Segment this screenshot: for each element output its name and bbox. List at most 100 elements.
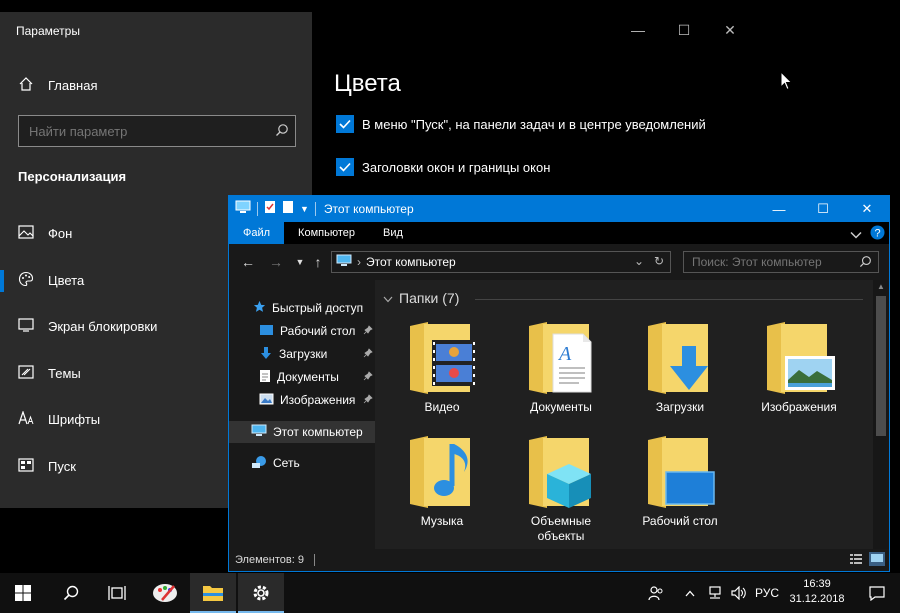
tab-file[interactable]: Файл [229, 222, 285, 244]
search-button[interactable] [48, 573, 94, 613]
3d-objects-folder-icon [529, 436, 591, 508]
volume-tray-button[interactable] [728, 573, 750, 613]
help-icon[interactable]: ? [870, 225, 885, 245]
folder-music[interactable]: Музыка [387, 434, 497, 529]
settings-section-title: Персонализация [18, 169, 127, 184]
check-icon[interactable] [336, 158, 354, 176]
nav-network[interactable]: Сеть [229, 452, 375, 474]
taskbar-app-explorer[interactable] [190, 573, 236, 613]
speaker-icon [731, 586, 746, 600]
ribbon-controls: ? [850, 225, 885, 245]
settings-nav-label: Цвета [48, 272, 85, 288]
folder-downloads[interactable]: Загрузки [625, 320, 735, 415]
palette-icon [18, 271, 34, 290]
nav-documents[interactable]: Документы [229, 366, 375, 388]
nav-item-label: Этот компьютер [273, 425, 363, 439]
clock-date: 31.12.2018 [789, 593, 845, 605]
pin-icon[interactable] [363, 347, 373, 361]
show-hidden-icons-button[interactable] [680, 573, 700, 613]
large-icons-view-icon[interactable] [869, 552, 885, 569]
maximize-button[interactable]: ☐ [801, 196, 845, 222]
explorer-search-input[interactable] [684, 252, 854, 272]
nav-downloads[interactable]: Загрузки [229, 343, 375, 365]
toolbar-divider [257, 202, 258, 216]
home-icon [18, 76, 34, 95]
settings-nav-label: Шрифты [48, 411, 101, 427]
navigation-pane: Быстрый доступ Рабочий стол Загрузки Док… [229, 280, 375, 550]
pin-icon[interactable] [363, 393, 373, 407]
collapse-chevron-icon[interactable] [383, 290, 393, 306]
file-explorer-icon [203, 586, 223, 601]
input-language-button[interactable]: РУС [752, 573, 782, 613]
folder-documents[interactable]: A Документы [506, 320, 616, 415]
accent-start-taskbar-checkbox[interactable]: В меню "Пуск", на панели задач и в центр… [336, 115, 706, 133]
forward-arrow-icon[interactable]: → [267, 254, 285, 270]
start-button[interactable] [0, 573, 46, 613]
clock[interactable]: 16:39 31.12.2018 [782, 577, 852, 607]
settings-home-link[interactable]: Главная [18, 76, 97, 95]
recent-locations-chevron-icon[interactable]: ▼ [291, 254, 309, 270]
settings-search-input[interactable] [19, 116, 259, 146]
folder-video[interactable]: Видео [387, 320, 497, 415]
details-view-icon[interactable] [849, 552, 863, 569]
documents-folder-icon: A [529, 322, 592, 394]
accent-title-bars-checkbox[interactable]: Заголовки окон и границы окон [336, 158, 550, 176]
nav-desktop[interactable]: Рабочий стол [229, 320, 375, 342]
folder-label: Рабочий стол [642, 514, 718, 528]
svg-text:A: A [557, 343, 572, 365]
desktop-icon [259, 324, 274, 339]
tab-view[interactable]: Вид [369, 222, 417, 244]
tab-computer[interactable]: Компьютер [284, 222, 369, 244]
address-bar[interactable]: › Этот компьютер ⌄ ↻ [331, 251, 671, 273]
music-folder-icon [410, 436, 470, 508]
windows-logo-icon [15, 585, 31, 601]
scroll-up-arrow-icon[interactable]: ▲ [877, 282, 885, 291]
nav-pictures[interactable]: Изображения [229, 389, 375, 411]
folder-pictures[interactable]: Изображения [744, 320, 854, 415]
people-button[interactable] [644, 573, 668, 613]
settings-window-title: Параметры [16, 24, 80, 38]
taskbar-app-paint[interactable] [142, 573, 188, 613]
nav-quick-access[interactable]: Быстрый доступ [229, 297, 375, 319]
maximize-button[interactable]: ☐ [672, 20, 696, 40]
explorer-titlebar[interactable]: ▼ Этот компьютер — ☐ ✕ [229, 196, 889, 222]
check-icon[interactable] [336, 115, 354, 133]
notification-icon [869, 585, 885, 601]
minimize-button[interactable]: — [626, 20, 650, 40]
group-divider [475, 299, 863, 300]
nav-item-label: Загрузки [279, 347, 328, 361]
checkbox-label: В меню "Пуск", на панели задач и в центр… [362, 116, 706, 132]
back-arrow-icon[interactable]: ← [239, 254, 257, 270]
settings-nav-label: Фон [48, 225, 73, 241]
network-tray-button[interactable] [704, 573, 726, 613]
settings-home-label: Главная [48, 78, 98, 93]
pin-icon[interactable] [363, 324, 373, 338]
close-button[interactable]: ✕ [718, 20, 742, 40]
folder-desktop[interactable]: Рабочий стол [625, 434, 735, 529]
action-center-button[interactable] [862, 573, 892, 613]
folder-3d-objects[interactable]: Объемные объекты [506, 434, 616, 544]
taskbar: РУС 16:39 31.12.2018 [0, 573, 900, 613]
address-history-chevron-icon[interactable]: ⌄ [634, 254, 644, 268]
properties-icon[interactable] [264, 200, 276, 219]
task-view-button[interactable] [94, 573, 140, 613]
scrollbar-thumb[interactable] [876, 296, 886, 436]
vertical-scrollbar[interactable]: ▲ [873, 280, 889, 550]
minimize-button[interactable]: — [757, 196, 801, 222]
close-button[interactable]: ✕ [845, 196, 889, 222]
folders-group-header[interactable]: Папки (7) [383, 290, 459, 306]
up-arrow-icon[interactable]: ↑ [309, 254, 327, 270]
chevron-down-icon[interactable]: ▼ [300, 204, 309, 214]
refresh-icon[interactable]: ↻ [654, 254, 664, 268]
pin-icon[interactable] [363, 370, 373, 384]
settings-search-box[interactable] [18, 115, 296, 147]
taskbar-app-settings[interactable] [238, 573, 284, 613]
expand-ribbon-chevron-icon[interactable] [850, 226, 862, 244]
explorer-search-box[interactable] [683, 251, 879, 273]
fonts-icon [18, 409, 34, 428]
downloads-folder-icon [648, 322, 708, 394]
paint-app-icon [153, 584, 177, 602]
breadcrumb-chevron-icon[interactable]: › [357, 255, 361, 269]
new-folder-icon[interactable] [282, 200, 294, 219]
nav-this-pc[interactable]: Этот компьютер [229, 421, 375, 443]
